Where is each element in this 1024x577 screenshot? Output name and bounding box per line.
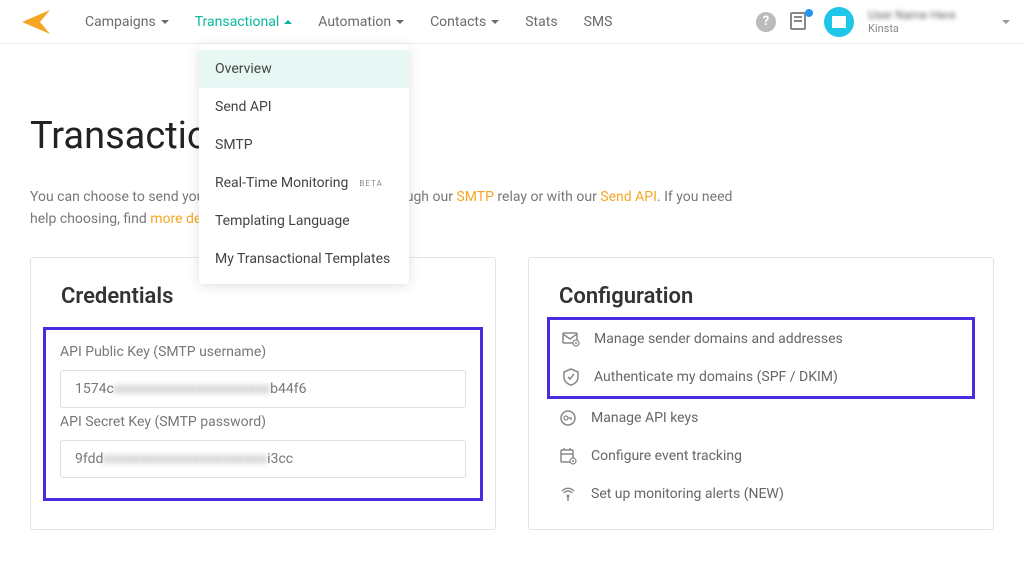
nav-campaigns[interactable]: Campaigns: [74, 8, 180, 36]
nav-label: SMS: [584, 14, 613, 30]
envelope-gear-icon: [562, 330, 580, 348]
config-api-keys[interactable]: Manage API keys: [559, 409, 963, 427]
config-monitoring-alerts[interactable]: Set up monitoring alerts (NEW): [559, 485, 963, 503]
chevron-down-icon: [1002, 20, 1010, 24]
avatar[interactable]: [824, 7, 854, 37]
chevron-up-icon: [284, 20, 292, 24]
dropdown-label: Real-Time Monitoring: [215, 175, 348, 191]
send-api-link[interactable]: Send API: [600, 189, 657, 205]
dropdown-label: SMTP: [215, 137, 253, 153]
nav-label: Automation: [318, 14, 391, 30]
dropdown-my-templates[interactable]: My Transactional Templates: [199, 240, 409, 278]
public-key-input[interactable]: 1574cxxxxxxxxxxxxxxxxxxxxxb44f6: [60, 370, 466, 408]
secret-key-label: API Secret Key (SMTP password): [60, 414, 466, 430]
nav-transactional[interactable]: Transactional: [184, 8, 304, 36]
key-icon: [559, 409, 577, 427]
config-event-tracking[interactable]: Configure event tracking: [559, 447, 963, 465]
logo[interactable]: [20, 6, 52, 38]
calendar-gear-icon: [559, 447, 577, 465]
dropdown-realtime[interactable]: Real-Time Monitoring BETA: [199, 164, 409, 202]
dropdown-smtp[interactable]: SMTP: [199, 126, 409, 164]
chevron-down-icon: [161, 20, 169, 24]
dropdown-label: Overview: [215, 61, 272, 77]
notification-icon[interactable]: [790, 12, 810, 32]
account-selector[interactable]: User Name Here Kinsta: [868, 8, 988, 36]
main-content: Transactional You can choose to send you…: [0, 44, 1024, 530]
dropdown-label: My Transactional Templates: [215, 251, 390, 267]
page-title: Transactional: [30, 114, 994, 158]
dropdown-send-api[interactable]: Send API: [199, 88, 409, 126]
config-label: Manage sender domains and addresses: [594, 331, 843, 347]
nav-sms[interactable]: SMS: [573, 8, 624, 36]
nav-label: Campaigns: [85, 14, 156, 30]
nav-automation[interactable]: Automation: [307, 8, 415, 36]
nav-label: Stats: [525, 14, 557, 30]
topbar-right: ? User Name Here Kinsta: [756, 7, 1010, 37]
config-label: Set up monitoring alerts (NEW): [591, 486, 784, 502]
panels: Credentials API Public Key (SMTP usernam…: [30, 257, 994, 530]
topbar: Campaigns Transactional Automation Conta…: [0, 0, 1024, 44]
nav-label: Contacts: [430, 14, 486, 30]
credentials-title: Credentials: [61, 284, 465, 309]
nav-label: Transactional: [195, 14, 280, 30]
transactional-dropdown: Overview Send API SMTP Real-Time Monitor…: [199, 44, 409, 284]
account-company: Kinsta: [868, 22, 988, 35]
dropdown-label: Send API: [215, 99, 272, 115]
secret-key-field: API Secret Key (SMTP password) 9fddxxxxx…: [60, 414, 466, 478]
shield-check-icon: [562, 368, 580, 386]
configuration-title: Configuration: [559, 284, 963, 309]
nav-contacts[interactable]: Contacts: [419, 8, 510, 36]
configuration-list: Manage sender domains and addresses Auth…: [559, 327, 963, 503]
main-nav: Campaigns Transactional Automation Conta…: [74, 8, 623, 36]
secret-key-input[interactable]: 9fddxxxxxxxxxxxxxxxxxxxxxxi3cc: [60, 440, 466, 478]
antenna-icon: [559, 485, 577, 503]
config-sender-domains[interactable]: Manage sender domains and addresses: [562, 330, 960, 348]
config-label: Authenticate my domains (SPF / DKIM): [594, 369, 838, 385]
public-key-label: API Public Key (SMTP username): [60, 344, 466, 360]
dropdown-overview[interactable]: Overview: [199, 50, 409, 88]
notification-dot: [805, 9, 813, 17]
chevron-down-icon: [396, 20, 404, 24]
nav-stats[interactable]: Stats: [514, 8, 568, 36]
account-name: User Name Here: [868, 8, 988, 22]
config-label: Manage API keys: [591, 410, 698, 426]
configuration-panel: Configuration Manage sender domains and …: [528, 257, 994, 530]
chevron-down-icon: [491, 20, 499, 24]
dropdown-label: Templating Language: [215, 213, 350, 229]
help-icon[interactable]: ?: [756, 12, 776, 32]
beta-badge: BETA: [356, 178, 385, 189]
smtp-link[interactable]: SMTP: [456, 189, 494, 205]
config-label: Configure event tracking: [591, 448, 742, 464]
config-authenticate[interactable]: Authenticate my domains (SPF / DKIM): [562, 368, 960, 386]
config-highlight: Manage sender domains and addresses Auth…: [547, 317, 975, 399]
public-key-field: API Public Key (SMTP username) 1574cxxxx…: [60, 344, 466, 408]
dropdown-templating[interactable]: Templating Language: [199, 202, 409, 240]
credentials-highlight: API Public Key (SMTP username) 1574cxxxx…: [43, 327, 483, 501]
credentials-panel: Credentials API Public Key (SMTP usernam…: [30, 257, 496, 530]
